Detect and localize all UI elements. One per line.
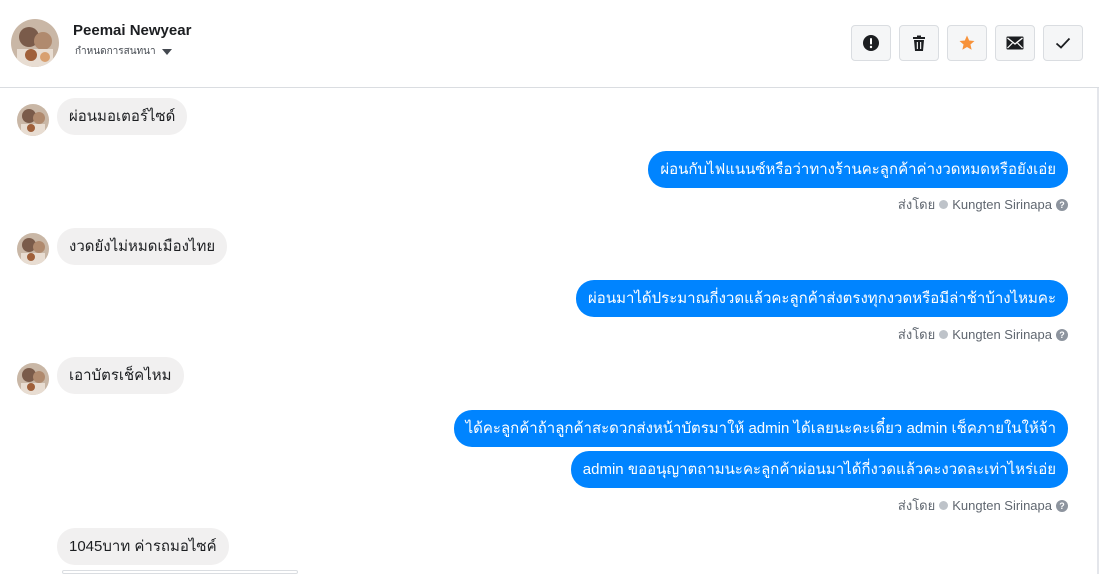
incoming-message[interactable]: ผ่อนมอเตอร์ไซด์ — [57, 98, 188, 135]
assign-conversation-dropdown[interactable]: กำหนดการสนทนา — [75, 44, 172, 59]
star-icon — [959, 35, 975, 50]
assign-conversation-label: กำหนดการสนทนา — [75, 46, 156, 57]
avatar[interactable] — [11, 19, 59, 67]
verified-icon — [939, 330, 949, 339]
sent-by-info: ส่งโดย Kungten Sirinapa ? — [898, 194, 1068, 215]
sent-by-info: ส่งโดย Kungten Sirinapa ? — [898, 324, 1068, 345]
outgoing-message[interactable]: ผ่อนมาได้ประมาณกี่งวดแล้วคะลูกค้าส่งตรงท… — [576, 280, 1068, 317]
sender-avatar[interactable] — [17, 104, 49, 136]
outgoing-message[interactable]: ผ่อนกับไฟแนนซ์หรือว่าทางร้านคะลูกค้าค่าง… — [648, 151, 1068, 188]
conversation-window: Peemai Newyear กำหนดการสนทนา ผ่อนมอเตอร์… — [0, 0, 1099, 574]
star-button[interactable] — [947, 25, 987, 61]
sent-by-label: ส่งโดย — [897, 498, 936, 513]
sent-by-name: Kungten Sirinapa — [952, 498, 1052, 513]
sender-avatar[interactable] — [17, 363, 49, 395]
incoming-message[interactable]: เอาบัตรเช็คไหม — [57, 357, 184, 394]
alert-button[interactable] — [851, 25, 891, 61]
outgoing-message[interactable]: admin ขออนุญาตถามนะคะลูกค้าผ่อนมาได้กี่ง… — [570, 451, 1068, 488]
conversation-header: Peemai Newyear กำหนดการสนทนา — [0, 0, 1099, 88]
mark-unread-button[interactable] — [995, 25, 1035, 61]
check-icon — [1055, 37, 1071, 49]
message-thread: ผ่อนมอเตอร์ไซด์ ผ่อนกับไฟแนนซ์หรือว่าทาง… — [0, 89, 1099, 574]
incoming-message[interactable]: 1045บาท ค่ารถมอไซค์ — [57, 528, 229, 565]
sent-by-name: Kungten Sirinapa — [952, 327, 1052, 342]
sent-by-label: ส่งโดย — [897, 197, 936, 212]
sent-by-label: ส่งโดย — [897, 327, 936, 342]
help-icon[interactable]: ? — [1056, 328, 1068, 341]
outgoing-message[interactable]: ได้คะลูกค้าถ้าลูกค้าสะดวกส่งหน้าบัตรมาให… — [453, 410, 1068, 447]
mail-icon — [1006, 36, 1024, 50]
delete-button[interactable] — [899, 25, 939, 61]
sent-by-name: Kungten Sirinapa — [952, 197, 1052, 212]
sender-avatar[interactable] — [17, 233, 49, 265]
verified-icon — [939, 501, 949, 510]
trash-icon — [913, 35, 925, 51]
incoming-message[interactable]: งวดยังไม่หมดเมืองไทย — [57, 228, 228, 265]
verified-icon — [939, 200, 949, 209]
mark-done-button[interactable] — [1043, 25, 1083, 61]
incoming-message-partial[interactable] — [62, 570, 298, 574]
header-actions — [851, 25, 1083, 61]
help-icon[interactable]: ? — [1056, 499, 1068, 512]
help-icon[interactable]: ? — [1056, 198, 1068, 211]
caret-down-icon — [161, 49, 172, 55]
contact-name[interactable]: Peemai Newyear — [73, 22, 191, 39]
alert-icon — [863, 35, 879, 51]
sent-by-info: ส่งโดย Kungten Sirinapa ? — [898, 495, 1068, 516]
